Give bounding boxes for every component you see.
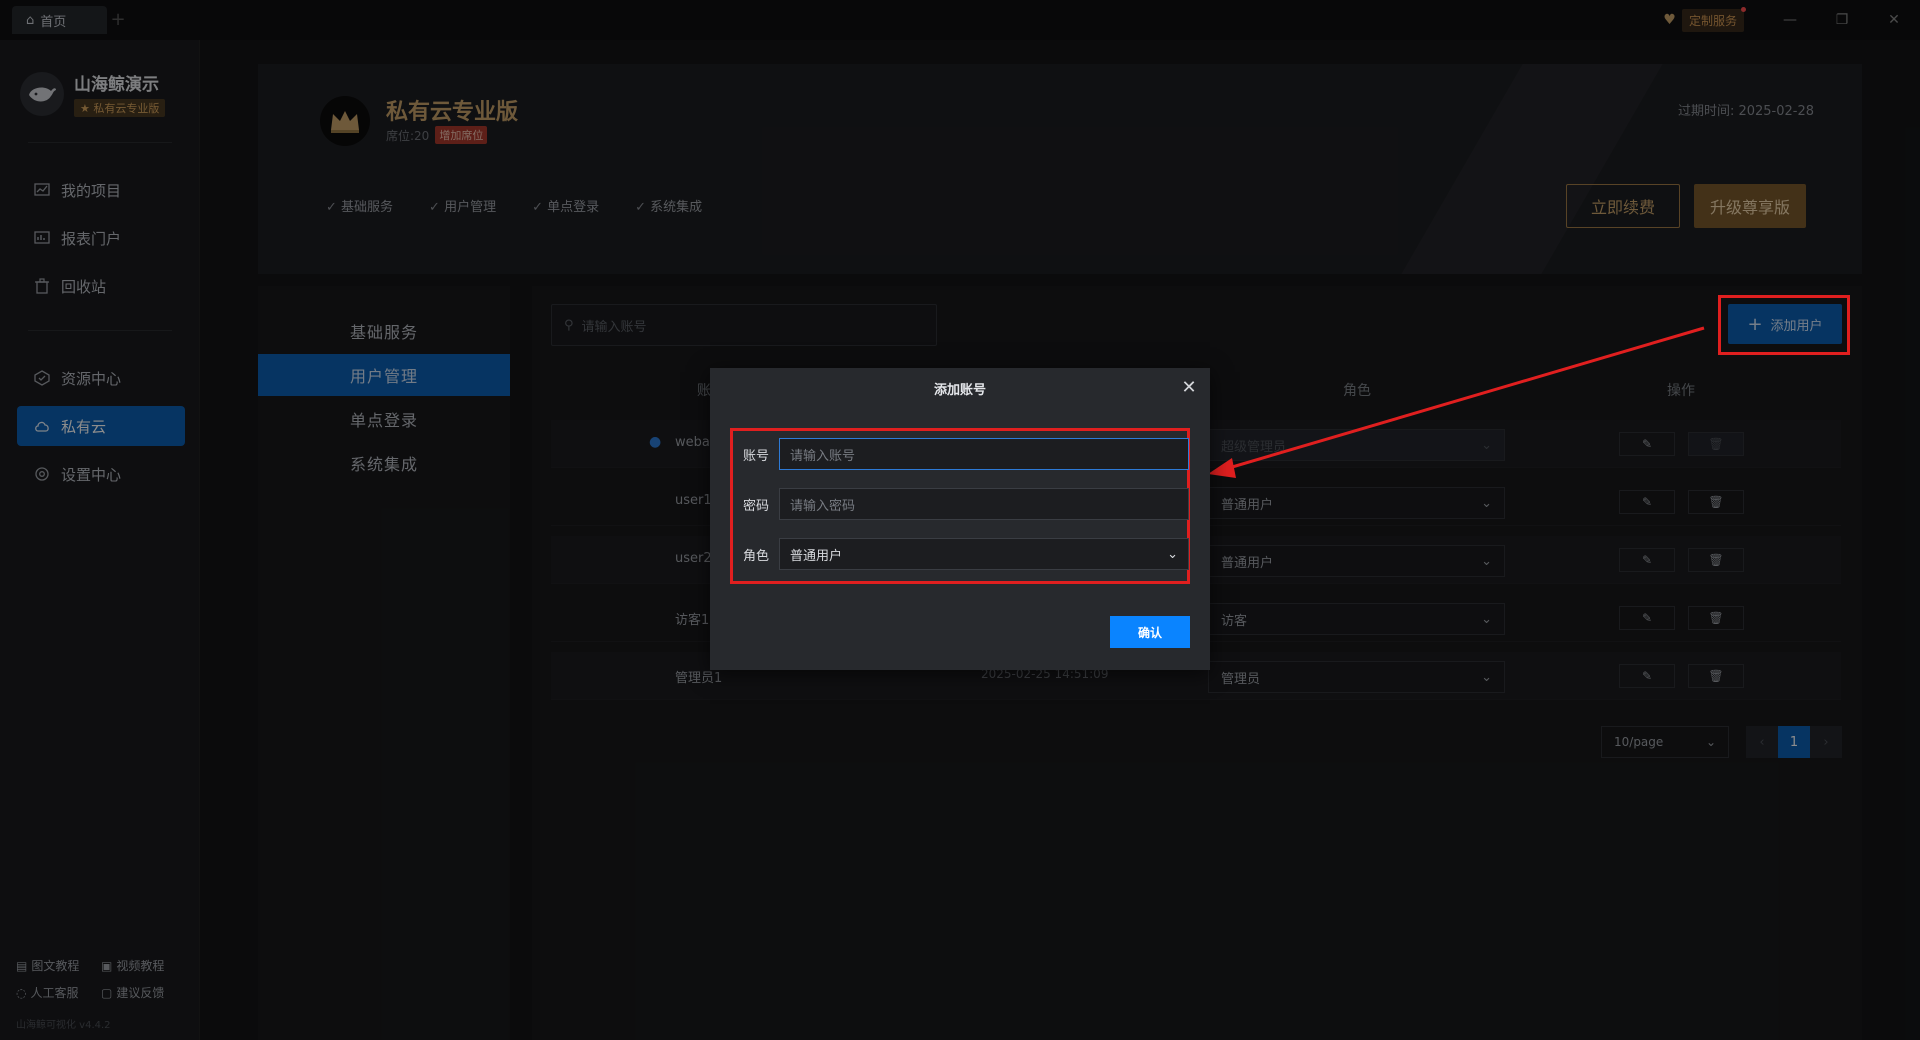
form-row-password: 密码 请输入密码 xyxy=(743,488,1189,520)
highlight-box-add-user xyxy=(1718,295,1850,355)
account-placeholder: 请输入账号 xyxy=(790,448,856,464)
role-select-value: 普通用户 xyxy=(790,548,843,564)
dialog-title: 添加账号 xyxy=(933,382,986,398)
close-icon[interactable]: ✕ xyxy=(1178,376,1200,398)
account-input[interactable]: 请输入账号 xyxy=(779,438,1189,470)
password-label: 密码 xyxy=(743,498,770,514)
password-placeholder: 请输入密码 xyxy=(790,498,856,514)
form-row-role: 角色 普通用户 ⌄ xyxy=(743,538,1189,570)
chevron-down-icon: ⌄ xyxy=(1167,546,1178,562)
form-row-account: 账号 请输入账号 xyxy=(743,438,1189,470)
role-label: 角色 xyxy=(743,548,770,564)
add-account-dialog: 添加账号 ✕ 账号 请输入账号 密码 请输入密码 角色 普通用户 ⌄ 确认 xyxy=(710,368,1210,670)
password-input[interactable]: 请输入密码 xyxy=(779,488,1189,520)
account-label: 账号 xyxy=(743,448,770,464)
role-select-dialog[interactable]: 普通用户 ⌄ xyxy=(779,538,1189,570)
highlight-box-form: 账号 请输入账号 密码 请输入密码 角色 普通用户 ⌄ xyxy=(730,428,1190,584)
confirm-button[interactable]: 确认 xyxy=(1110,616,1190,648)
